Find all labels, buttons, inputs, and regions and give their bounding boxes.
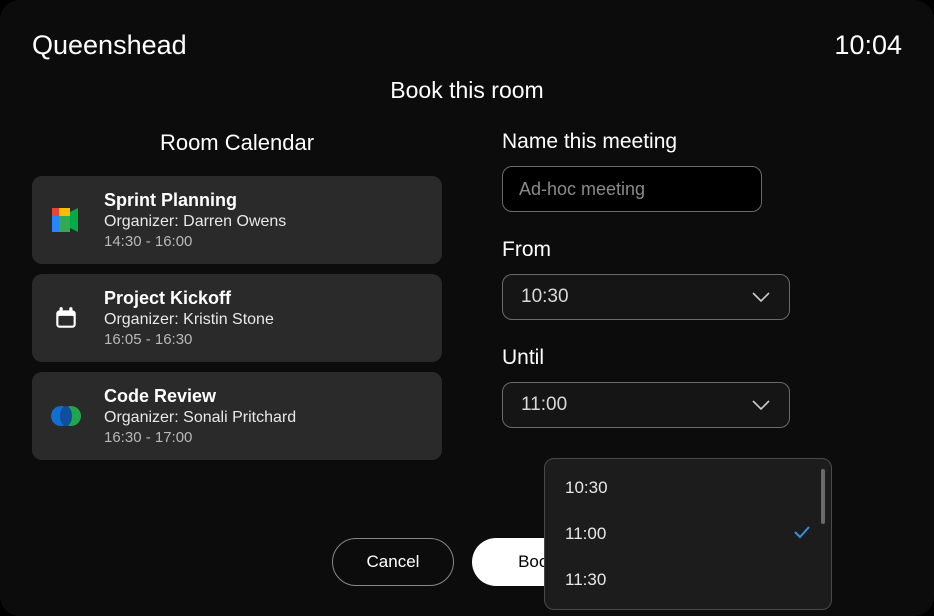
event-time: 16:30 - 17:00 — [104, 429, 296, 446]
clock: 10:04 — [834, 30, 902, 61]
booking-form: Name this meeting From 10:30 Until 11:00 — [502, 130, 902, 460]
meeting-name-input[interactable] — [502, 166, 762, 212]
until-time-select[interactable]: 11:00 — [502, 382, 790, 428]
dropdown-option[interactable]: 11:00 — [545, 511, 831, 557]
event-time: 14:30 - 16:00 — [104, 233, 286, 250]
dropdown-option[interactable]: 11:30 — [545, 557, 831, 603]
check-icon — [793, 524, 811, 544]
name-field-label: Name this meeting — [502, 130, 832, 154]
event-title: Sprint Planning — [104, 190, 286, 211]
from-time-value: 10:30 — [521, 286, 569, 308]
until-dropdown-panel: 10:30 11:00 11:30 — [544, 458, 832, 610]
from-time-select[interactable]: 10:30 — [502, 274, 790, 320]
event-organizer: Organizer: Darren Owens — [104, 213, 286, 231]
event-time: 16:05 - 16:30 — [104, 331, 274, 348]
dropdown-option-label: 11:00 — [565, 524, 606, 544]
chevron-down-icon — [751, 395, 771, 415]
room-calendar-panel: Room Calendar Sprint Planning — [32, 130, 442, 460]
event-title: Code Review — [104, 386, 296, 407]
calendar-heading: Room Calendar — [32, 130, 442, 156]
page-title: Book this room — [32, 77, 902, 104]
google-meet-icon — [50, 204, 82, 236]
event-title: Project Kickoff — [104, 288, 274, 309]
dropdown-option-label: 10:30 — [565, 478, 608, 498]
event-organizer: Organizer: Kristin Stone — [104, 311, 274, 329]
dropdown-option-label: 11:30 — [565, 570, 606, 590]
cancel-button[interactable]: Cancel — [332, 538, 455, 586]
dropdown-option[interactable]: 10:30 — [545, 465, 831, 511]
calendar-event[interactable]: Project Kickoff Organizer: Kristin Stone… — [32, 274, 442, 362]
webex-icon — [50, 400, 82, 432]
until-field-label: Until — [502, 346, 832, 370]
from-field-label: From — [502, 238, 832, 262]
calendar-event[interactable]: Sprint Planning Organizer: Darren Owens … — [32, 176, 442, 264]
chevron-down-icon — [751, 287, 771, 307]
until-time-value: 11:00 — [521, 394, 567, 416]
calendar-icon — [50, 302, 82, 334]
room-name: Queenshead — [32, 30, 187, 61]
event-organizer: Organizer: Sonali Pritchard — [104, 409, 296, 427]
calendar-event[interactable]: Code Review Organizer: Sonali Pritchard … — [32, 372, 442, 460]
